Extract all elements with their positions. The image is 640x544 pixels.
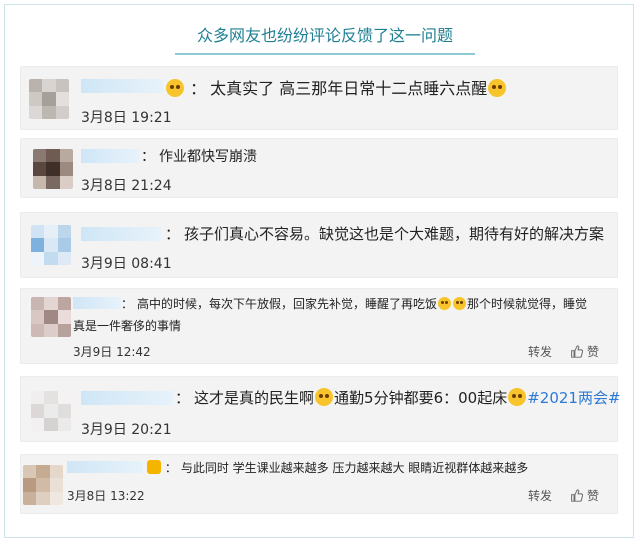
emoji-icon: [315, 388, 334, 406]
vip-badge-icon: [147, 460, 161, 474]
comment-time: 3月9日 08:41: [81, 256, 172, 272]
username-blurred[interactable]: [81, 391, 173, 405]
comment-time: 3月9日 12:42: [73, 345, 151, 359]
avatar[interactable]: [31, 391, 71, 431]
comment-time: 3月8日 19:21: [81, 110, 172, 126]
comment-time: 3月8日 21:24: [81, 178, 172, 194]
repost-button[interactable]: 转发: [528, 343, 552, 360]
username-blurred[interactable]: [81, 227, 161, 241]
comment-body: 高中的时候，每次下午放假，回家先补觉，睡醒了再吃饭: [137, 297, 438, 311]
comment-item: ：孩子们真心不容易。缺觉这也是个大难题，期待有好的解决方案 3月9日 08:41: [20, 212, 618, 278]
emoji-icon: [508, 388, 527, 406]
comment-text: ：高中的时候，每次下午放假，回家先补觉，睡醒了再吃饭 那个时候就觉得，睡觉: [121, 295, 587, 312]
comment-actions: 转发 赞: [528, 487, 599, 504]
section-title: 众多网友也纷纷评论反馈了这一问题: [196, 26, 453, 45]
comment-body: 孩子们真心不容易。缺觉这也是个大难题，期待有好的解决方案: [184, 225, 605, 243]
hashtag-link[interactable]: #2021两会#: [527, 389, 620, 407]
avatar[interactable]: [29, 79, 69, 119]
comment-text: ：太真实了 高三那年日常十二点睡六点醒: [165, 75, 507, 99]
username-blurred[interactable]: [81, 149, 139, 163]
comment-text: ：作业都快写崩溃: [141, 146, 257, 166]
comment-body: 作业都快写崩溃: [159, 149, 257, 165]
colon: ：: [164, 461, 177, 475]
comment-time: 3月9日 20:21: [81, 422, 172, 438]
comment-item: ：高中的时候，每次下午放假，回家先补觉，睡醒了再吃饭 那个时候就觉得，睡觉 真是一…: [20, 288, 618, 364]
comment-item: ：这才是真的民生啊 通勤5分钟都要6：00起床 #2021两会# 3月9日 20:2…: [20, 376, 621, 442]
comment-body-continued: 那个时候就觉得，睡觉: [467, 297, 588, 311]
colon: ：: [121, 297, 134, 311]
comment-item: ：太真实了 高三那年日常十二点睡六点醒 3月8日 19:21: [20, 66, 618, 130]
username-blurred[interactable]: [67, 461, 143, 473]
avatar[interactable]: [33, 149, 73, 189]
comment-body: 与此同时 学生课业越来越多 压力越来越大 眼睛近视群体越来越多: [180, 461, 529, 475]
thumb-up-icon: [571, 345, 583, 358]
like-button[interactable]: 赞: [570, 487, 599, 504]
colon: ：: [165, 225, 181, 243]
emoji-icon: [453, 297, 467, 310]
comment-body: 太真实了 高三那年日常十二点睡六点醒: [210, 79, 488, 98]
comment-text-line2: 真是一件奢侈的事情: [73, 319, 182, 333]
comment-text: ：与此同时 学生课业越来越多 压力越来越大 眼睛近视群体越来越多: [145, 459, 528, 476]
section-header: 众多网友也纷纷评论反馈了这一问题: [175, 21, 475, 55]
emoji-icon: [488, 79, 507, 97]
emoji-icon: [438, 297, 452, 310]
like-button[interactable]: 赞: [570, 343, 599, 360]
comment-item: ：作业都快写崩溃 3月8日 21:24: [20, 138, 618, 198]
comment-body: 这才是真的民生啊: [194, 389, 315, 407]
title-underline: [175, 53, 475, 55]
comment-actions: 转发 赞: [528, 343, 599, 360]
thumb-up-icon: [571, 489, 583, 502]
repost-button[interactable]: 转发: [528, 487, 552, 504]
comment-item: ：与此同时 学生课业越来越多 压力越来越大 眼睛近视群体越来越多 3月8日 13…: [20, 454, 618, 514]
avatar[interactable]: [31, 225, 71, 265]
colon: ：: [190, 79, 207, 98]
avatar[interactable]: [31, 297, 71, 337]
colon: ：: [141, 149, 155, 165]
comment-body-continued: 通勤5分钟都要6：00起床: [334, 389, 508, 407]
username-blurred[interactable]: [81, 79, 163, 93]
comment-text: ：这才是真的民生啊 通勤5分钟都要6：00起床 #2021两会#: [175, 387, 621, 408]
emoji-icon: [166, 79, 184, 97]
avatar[interactable]: [23, 465, 63, 505]
comment-time: 3月8日 13:22: [67, 489, 145, 503]
colon: ：: [175, 389, 191, 407]
username-blurred[interactable]: [73, 297, 121, 309]
comment-text: ：孩子们真心不容易。缺觉这也是个大难题，期待有好的解决方案: [165, 223, 604, 244]
